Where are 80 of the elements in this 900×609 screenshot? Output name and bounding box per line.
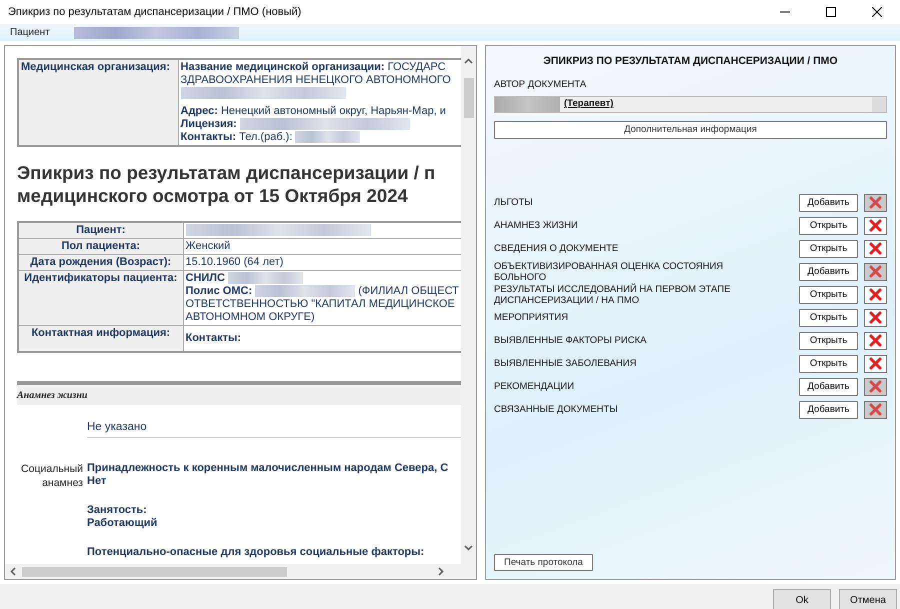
scroll-up-icon[interactable] — [464, 57, 473, 66]
section-button[interactable]: Открыть — [799, 308, 858, 326]
scrollbar-thumb[interactable] — [464, 78, 474, 118]
question-text: Потенциально-опасные для здоровья социальные факторы: — [87, 546, 426, 560]
delete-button[interactable] — [864, 354, 887, 372]
section-button[interactable]: Открыть — [799, 332, 858, 350]
patient-label: Пациент — [10, 26, 50, 40]
text-line: ОТВЕТСТВЕННОСТЬЮ "КАПИТАЛ МЕДИЦИНСКОЕ — [186, 298, 455, 310]
answer-text: Нет — [87, 475, 108, 488]
cancel-button[interactable]: Отмена — [839, 589, 897, 609]
section-button[interactable]: Добавить — [799, 378, 858, 396]
delete-icon — [869, 288, 882, 301]
section-label: АНАМНЕЗ ЖИЗНИ — [494, 220, 579, 231]
section-button[interactable]: Добавить — [799, 194, 858, 212]
delete-button[interactable] — [864, 240, 887, 258]
section-label: РЕЗУЛЬТАТЫ ИССЛЕДОВАНИЙ НА ПЕРВОМ ЭТАПЕ ДИСПАНСЕРИЗАЦИИ / НА ПМО — [494, 284, 732, 306]
section-label: ВЫЯВЛЕННЫЕ ЗАБОЛЕВАНИЯ — [494, 358, 638, 369]
additional-info-button[interactable]: Дополнительная информация — [494, 121, 887, 139]
delete-icon — [869, 403, 882, 416]
section-label: СВЕДЕНИЯ О ДОКУМЕНТЕ — [494, 243, 620, 254]
section-button[interactable]: Открыть — [799, 216, 858, 234]
window-title: Эпикриз по результатам диспансеризации / ПМО (новый) — [8, 4, 302, 20]
ok-button[interactable]: Ok — [773, 589, 831, 609]
delete-button[interactable] — [864, 308, 887, 326]
print-button[interactable]: Печать протокола — [494, 554, 593, 571]
section-label: МЕРОПРИЯТИЯ — [494, 312, 570, 323]
text-line: ЗДРАВООХРАНЕНИЯ НЕНЕЦКОГО АВТОНОМНОГО — [180, 74, 451, 86]
field-label: АВТОР ДОКУМЕНТА — [494, 78, 586, 90]
field-label: Пациент: — [76, 224, 126, 236]
document-heading: медицинского осмотра от 15 Октября 2024 — [17, 184, 409, 207]
document-heading: Эпикриз по результатам диспансеризации / п — [17, 161, 436, 184]
panel-title: ЭПИКРИЗ ПО РЕЗУЛЬТАТАМ ДИСПАНСЕРИЗАЦИИ / ПМО — [543, 55, 838, 67]
delete-icon — [869, 334, 882, 347]
delete-icon — [869, 219, 882, 232]
text-line: Женский — [186, 240, 230, 252]
empty-value: Не указано — [87, 421, 147, 433]
text-line: Адрес: Ненецкий автономный округ, Нарьян-Мар, и — [180, 105, 446, 117]
field-label: Контактная информация: — [31, 327, 170, 339]
section-button[interactable]: Добавить — [799, 400, 858, 418]
author-field[interactable]: (Терапевт) — [494, 96, 887, 113]
section-label: СВЯЗАННЫЕ ДОКУМЕНТЫ — [494, 404, 619, 415]
field-label: Дата рождения (Возраст): — [30, 256, 172, 268]
text-line: АВТОНОМНОМ ОКРУГЕ) — [186, 311, 315, 323]
text-line: СНИЛС — [186, 272, 225, 284]
question-text: Принадлежность к коренным малочисленным народам Севера, С — [87, 462, 448, 476]
table-cell: Медицинская организация: — [18, 59, 178, 146]
delete-icon — [869, 380, 882, 393]
text-line: Полис ОМС: — [186, 285, 252, 297]
delete-button[interactable] — [864, 216, 887, 234]
section-button[interactable]: Открыть — [799, 354, 858, 372]
section-button[interactable]: Открыть — [799, 240, 858, 258]
scroll-right-icon[interactable] — [436, 566, 445, 576]
text-line: (ФИЛИАЛ ОБЩЕСТ — [358, 285, 459, 297]
delete-icon — [869, 196, 882, 209]
delete-icon — [869, 357, 882, 370]
scroll-left-icon[interactable] — [9, 566, 18, 576]
delete-icon — [869, 265, 882, 278]
social-history-label: Социальный анамнез — [21, 463, 83, 490]
text-line: Контакты: Тел.(раб.): — [180, 131, 292, 143]
delete-icon — [869, 311, 882, 324]
scroll-down-icon[interactable] — [464, 543, 473, 552]
text-line: Лицензия: — [180, 118, 237, 130]
question-text: Занятость: — [87, 504, 148, 518]
delete-button[interactable] — [864, 332, 887, 350]
section-label: ВЫЯВЛЕННЫЕ ФАКТОРЫ РИСКА — [494, 335, 648, 346]
answer-text: Работающий — [87, 517, 158, 530]
section-label: ЛЬГОТЫ — [494, 197, 534, 208]
section-button[interactable]: Добавить — [799, 262, 858, 280]
text-line: Название медицинской организации: ГОСУДАРС — [180, 61, 446, 73]
delete-icon — [869, 242, 882, 255]
field-label: Идентификаторы пациента: — [24, 272, 178, 284]
field-label: Пол пациента: — [61, 240, 140, 252]
section-label: ОБЪЕКТИВИЗИРОВАННАЯ ОЦЕНКА СОСТОЯНИЯ БОЛЬНОГО — [494, 260, 724, 282]
text-line: 15.10.1960 (64 лет) — [186, 256, 284, 268]
scrollbar-thumb[interactable] — [22, 566, 287, 576]
section-button[interactable]: Открыть — [799, 286, 858, 304]
delete-button[interactable] — [864, 286, 887, 304]
text-line: Контакты: — [186, 332, 242, 344]
section-title: Анамнез жизни — [17, 390, 88, 401]
section-label: РЕКОМЕНДАЦИИ — [494, 381, 576, 392]
